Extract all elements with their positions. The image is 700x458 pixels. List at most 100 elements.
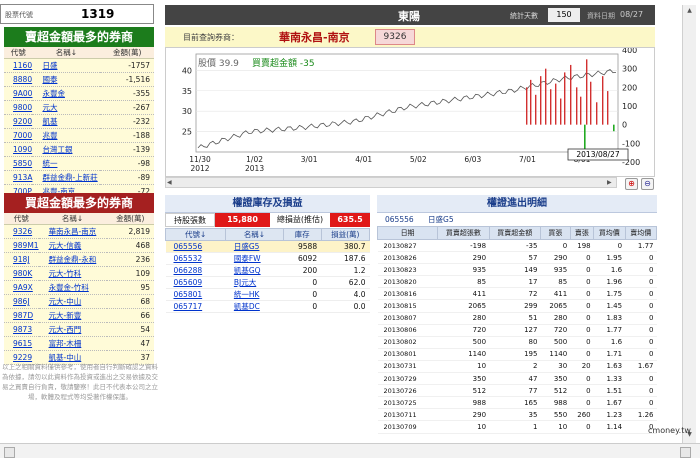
vertical-scrollbar[interactable]: ▲ ▼ [682, 5, 696, 443]
buy_panel-row[interactable]: 989M1 元大-信義 468 [4, 238, 154, 253]
buy-col-name[interactable]: 名稱↓ [38, 213, 107, 225]
det-col-net-qty[interactable]: 買賣超張數 [437, 226, 490, 240]
sell_panel-name[interactable]: 台灣工銀 [32, 142, 101, 157]
buy_panel-code[interactable]: 987D [4, 308, 39, 323]
buy_panel-row[interactable]: 9615 富邦-木柵 47 [4, 336, 154, 351]
buy_panel-row[interactable]: 987D 元大-新豐 66 [4, 308, 154, 323]
buy_panel-code[interactable]: 9326 [4, 224, 39, 239]
det-col-sell[interactable]: 賣張 [569, 226, 595, 240]
buy-col-amount[interactable]: 金額(萬) [106, 213, 154, 225]
sell_panel-name[interactable]: 兆豐 [32, 128, 101, 143]
inventory-row[interactable]: 065609 BJ元大 0 62.0 [165, 276, 370, 289]
buy_panel-name[interactable]: 元大-信義 [38, 238, 107, 253]
buy_panel-code[interactable]: 989M1 [4, 238, 39, 253]
sell_panel-row[interactable]: 9A00 永豐金 -355 [4, 86, 154, 101]
inventory-row[interactable]: 065556 日盛G5 9588 380.7 [165, 240, 370, 253]
sell_panel-code[interactable]: 9200 [4, 114, 33, 129]
buy_panel-row[interactable]: 918J 群益金鼎-永和 236 [4, 252, 154, 267]
sell_panel-row[interactable]: 9800 元大 -267 [4, 100, 154, 115]
sell_panel-row[interactable]: 913A 群益金鼎-上新莊 -89 [4, 170, 154, 185]
sell_panel-row[interactable]: 7000 兆豐 -188 [4, 128, 154, 143]
scroll-up-arrow-icon[interactable]: ▲ [684, 7, 695, 17]
inventory-row[interactable]: 065801 統一HK 0 4.0 [165, 288, 370, 301]
inv-name[interactable]: 凱基GQ [225, 264, 284, 277]
inventory-row[interactable]: 065717 凱基DC 0 0.0 [165, 300, 370, 313]
inv-col-stock[interactable]: 庫存 [282, 228, 322, 241]
inv-name[interactable]: 日盛G5 [225, 240, 284, 253]
sell_panel-code[interactable]: 5850 [4, 156, 33, 171]
buy-col-code[interactable]: 代號 [4, 213, 39, 225]
buy_panel-name[interactable]: 富邦-木柵 [38, 336, 107, 351]
sell_panel-name[interactable]: 群益金鼎-上新莊 [32, 170, 101, 185]
buy_panel-name[interactable]: 元大-中山 [38, 294, 107, 309]
det-col-buy-avg[interactable]: 買均價 [593, 226, 626, 240]
sell-col-amount[interactable]: 金額(萬) [100, 47, 154, 59]
det-col-date[interactable]: 日期 [376, 226, 439, 240]
chart-scrollbar[interactable]: ◀ ▶ [165, 177, 617, 188]
sell_panel-row[interactable]: 5850 統一 -98 [4, 156, 154, 171]
sell_panel-name[interactable]: 凱基 [32, 114, 101, 129]
bottom-scrollbar[interactable] [0, 443, 700, 458]
scroll-left-button[interactable] [4, 447, 15, 458]
inv-name[interactable]: BJ元大 [225, 276, 284, 289]
buy_panel-row[interactable]: 986J 元大-中山 68 [4, 294, 154, 309]
sell_panel-code[interactable]: 9A00 [4, 86, 33, 101]
inv-code[interactable]: 066288 [165, 264, 226, 277]
sell_panel-row[interactable]: 1160 日盛 -1757 [4, 58, 154, 73]
sell-col-name[interactable]: 名稱↓ [32, 47, 101, 59]
sell_panel-row[interactable]: 8880 國泰 -1,516 [4, 72, 154, 87]
buy_panel-name[interactable]: 永豐金-竹科 [38, 280, 107, 295]
zoom-out-icon[interactable]: ⊖ [641, 178, 654, 190]
buy_panel-code[interactable]: 918J [4, 252, 39, 267]
stat-days-input[interactable]: 150 [548, 8, 580, 22]
inv-name[interactable]: 凱基DC [225, 300, 284, 313]
sell_panel-code[interactable]: 1090 [4, 142, 33, 157]
buy_panel-name[interactable]: 群益金鼎-永和 [38, 252, 107, 267]
inv-code[interactable]: 065801 [165, 288, 226, 301]
scroll-right-button[interactable] [680, 447, 691, 458]
sell_panel-name[interactable]: 日盛 [32, 58, 101, 73]
buy_panel-name[interactable]: 元大-新豐 [38, 308, 107, 323]
buy_panel-code[interactable]: 9615 [4, 336, 39, 351]
scroll-left-arrow-icon[interactable]: ◀ [167, 179, 175, 186]
buy_panel-code[interactable]: 9873 [4, 322, 39, 337]
det-col-sell-avg[interactable]: 賣均價 [624, 226, 658, 240]
stock-code-box[interactable]: 股票代號 1319 [0, 4, 154, 24]
query-broker-code[interactable]: 9326 [375, 29, 415, 45]
buy_panel-row[interactable]: 9873 元大-西門 54 [4, 322, 154, 337]
zoom-in-icon[interactable]: ⊕ [625, 178, 638, 190]
sell_panel-code[interactable]: 7000 [4, 128, 33, 143]
sell_panel-code[interactable]: 9800 [4, 100, 33, 115]
sell_panel-row[interactable]: 9200 凱基 -232 [4, 114, 154, 129]
buy_panel-name[interactable]: 華南永昌-南京 [38, 224, 107, 239]
buy_panel-row[interactable]: 9326 華南永昌-南京 2,819 [4, 224, 154, 239]
inv-code[interactable]: 065717 [165, 300, 226, 313]
sell_panel-code[interactable]: 8880 [4, 72, 33, 87]
inv-name[interactable]: 國泰FW [225, 252, 284, 265]
sell_panel-row[interactable]: 1090 台灣工銀 -139 [4, 142, 154, 157]
buy_panel-code[interactable]: 980K [4, 266, 39, 281]
buy_panel-code[interactable]: 986J [4, 294, 39, 309]
det-col-net-amt[interactable]: 買賣超金額 [488, 226, 541, 240]
inv-col-code[interactable]: 代號↓ [164, 228, 227, 241]
buy_panel-name[interactable]: 元大-西門 [38, 322, 107, 337]
buy_panel-row[interactable]: 9A9X 永豐金-竹科 95 [4, 280, 154, 295]
inventory-row[interactable]: 066288 凱基GQ 200 1.2 [165, 264, 370, 277]
inv-col-name[interactable]: 名稱↓ [225, 228, 284, 241]
inv-code[interactable]: 065609 [165, 276, 226, 289]
buy_panel-code[interactable]: 9A9X [4, 280, 39, 295]
sell-col-code[interactable]: 代號 [4, 47, 33, 59]
sell_panel-name[interactable]: 統一 [32, 156, 101, 171]
scroll-right-arrow-icon[interactable]: ▶ [607, 179, 615, 186]
sell_panel-code[interactable]: 1160 [4, 58, 33, 73]
buy_panel-row[interactable]: 980K 元大-竹科 109 [4, 266, 154, 281]
sell_panel-name[interactable]: 元大 [32, 100, 101, 115]
inv-col-pnl[interactable]: 損益(萬) [320, 228, 371, 241]
inv-name[interactable]: 統一HK [225, 288, 284, 301]
inv-code[interactable]: 065532 [165, 252, 226, 265]
sell_panel-code[interactable]: 913A [4, 170, 33, 185]
det-col-buy[interactable]: 買張 [539, 226, 571, 240]
sell_panel-name[interactable]: 國泰 [32, 72, 101, 87]
inventory-row[interactable]: 065532 國泰FW 6092 187.6 [165, 252, 370, 265]
sell_panel-name[interactable]: 永豐金 [32, 86, 101, 101]
